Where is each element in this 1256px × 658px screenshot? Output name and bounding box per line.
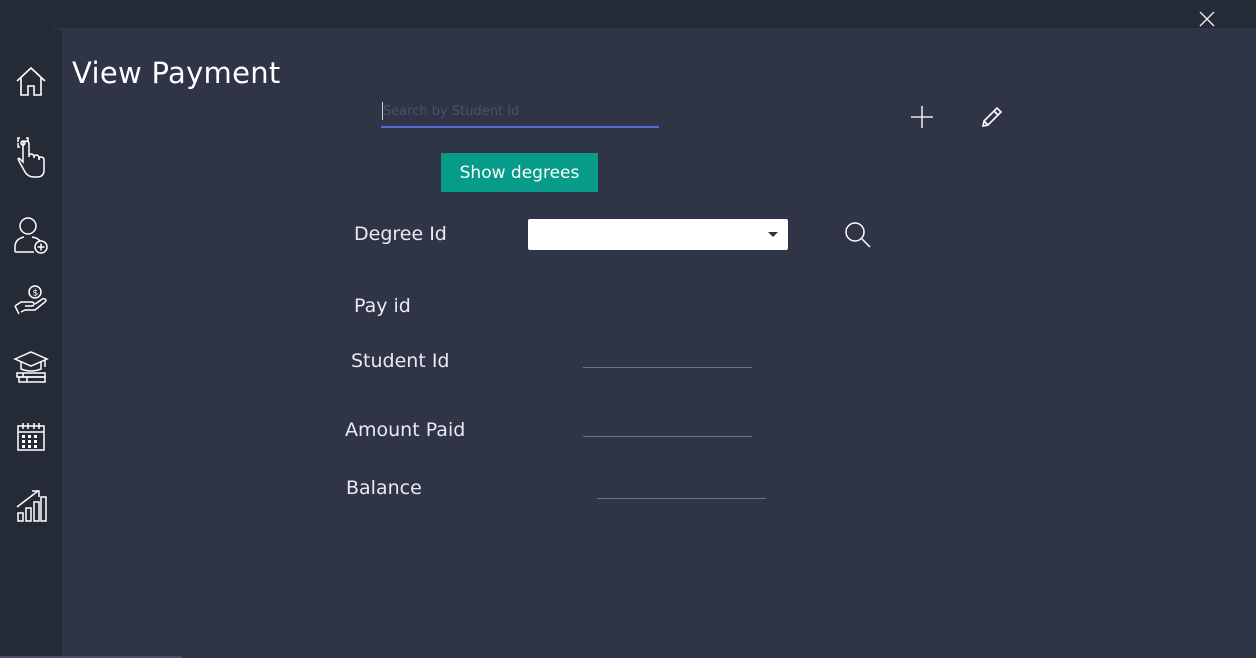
sidebar-item-calendar[interactable]	[8, 412, 54, 462]
search-degree-button[interactable]	[840, 217, 876, 253]
calendar-icon	[17, 423, 45, 451]
degree-id-select[interactable]	[528, 219, 788, 250]
edit-button[interactable]	[974, 99, 1010, 135]
amount-paid-label: Amount Paid	[345, 419, 466, 441]
amount-paid-field[interactable]	[583, 436, 752, 437]
student-id-label: Student Id	[351, 350, 450, 372]
add-button[interactable]	[904, 99, 940, 135]
svg-text:$: $	[33, 289, 39, 299]
sidebar-item-degree[interactable]	[8, 342, 54, 392]
show-degrees-button[interactable]: Show degrees	[441, 153, 598, 192]
money-hand-icon: $	[14, 285, 47, 315]
pencil-icon	[981, 106, 1003, 128]
growth-chart-icon	[16, 490, 47, 522]
sidebar: $	[0, 30, 62, 658]
balance-field[interactable]	[597, 498, 766, 499]
text-caret	[382, 102, 383, 120]
home-icon	[16, 66, 46, 96]
sidebar-item-add-user[interactable]	[8, 210, 54, 260]
touch-gesture-icon	[17, 137, 45, 178]
page-title: View Payment	[72, 56, 281, 90]
title-bar	[0, 0, 1256, 30]
search-input[interactable]	[381, 98, 659, 128]
search-icon	[845, 222, 871, 248]
student-id-field[interactable]	[583, 367, 752, 368]
pay-id-label: Pay id	[354, 295, 411, 317]
sidebar-item-reports[interactable]	[8, 480, 54, 530]
chevron-down-icon	[768, 232, 778, 237]
sidebar-item-tap[interactable]	[8, 132, 54, 182]
sidebar-item-payment[interactable]: $	[8, 275, 54, 325]
balance-label: Balance	[346, 477, 422, 499]
plus-icon	[911, 106, 933, 128]
graduation-cap-books-icon	[13, 351, 49, 383]
degree-id-label: Degree Id	[354, 223, 447, 245]
add-user-icon	[14, 217, 48, 254]
close-icon	[1199, 11, 1215, 27]
close-button[interactable]	[1194, 6, 1220, 32]
sidebar-item-home[interactable]	[8, 56, 54, 106]
main-panel: View Payment Show degrees Degree Id Pay …	[62, 34, 1256, 658]
